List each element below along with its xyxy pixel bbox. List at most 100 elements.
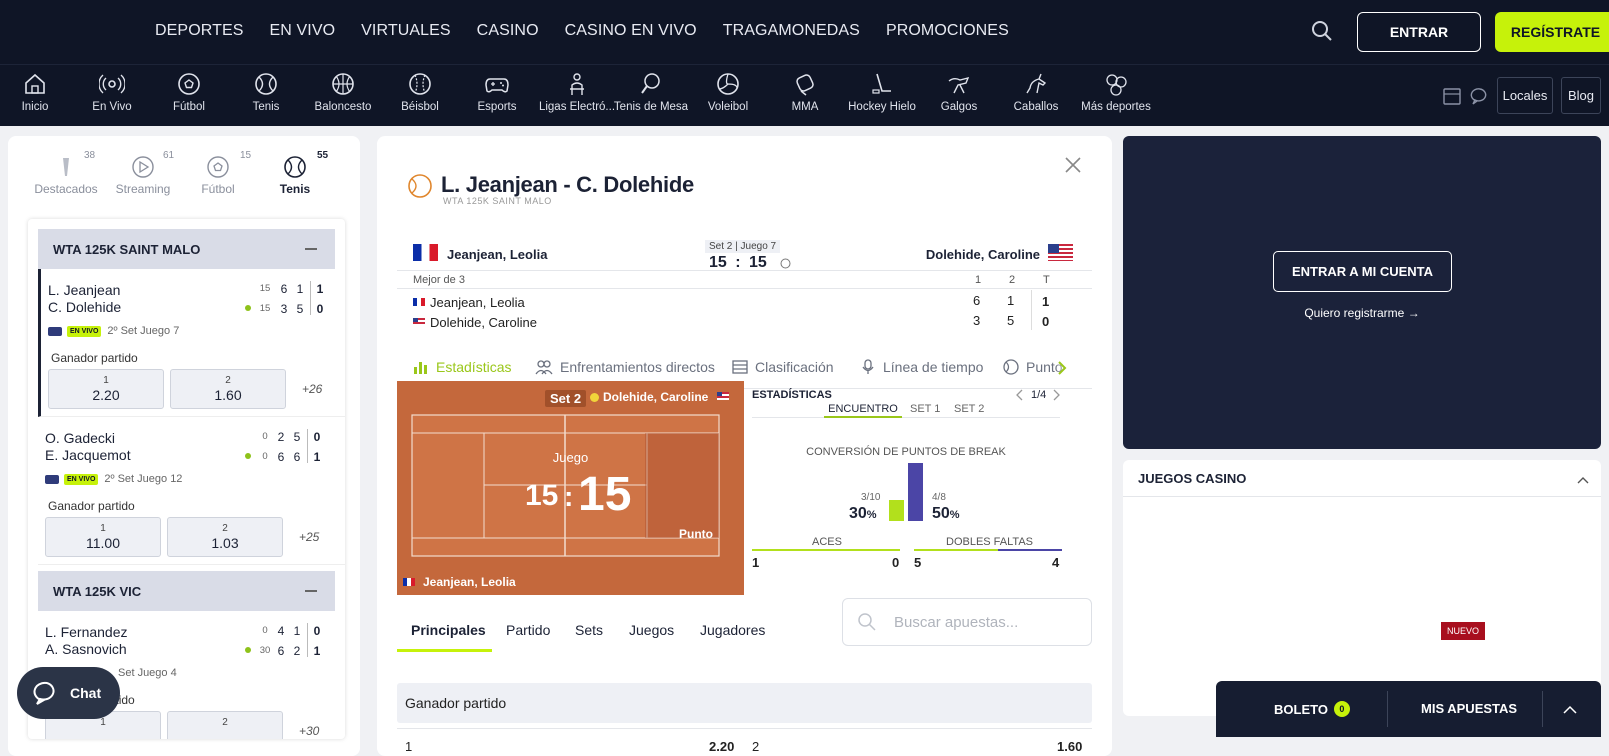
odd-value: 11.00 <box>86 535 120 551</box>
sport-label: En Vivo <box>92 101 132 113</box>
calendar-icon[interactable] <box>1442 86 1462 106</box>
tab-destacados[interactable]: 38 Destacados <box>26 150 106 196</box>
df-label: DOBLES FALTAS <box>946 536 1034 548</box>
sport-baloncesto[interactable]: Baloncesto <box>303 71 383 113</box>
serve-ball-icon <box>590 393 599 402</box>
bet-search-field[interactable]: Buscar apuestas... <box>842 598 1092 646</box>
sport-beisbol[interactable]: Béisbol <box>380 71 460 113</box>
odd-button[interactable]: 1 2.20 <box>48 369 164 409</box>
tab-label: Clasificación <box>755 359 834 375</box>
hockey-icon <box>872 73 891 94</box>
collapse-icon[interactable] <box>305 590 317 592</box>
chevron-up-icon[interactable] <box>1563 705 1577 714</box>
search-icon[interactable] <box>1310 19 1336 45</box>
stats-tab-encuentro[interactable]: ENCUENTRO <box>824 403 902 415</box>
more-markets[interactable]: +30 <box>299 724 319 738</box>
sport-tenis[interactable]: Tenis <box>226 71 306 113</box>
tab-enfrentamientos[interactable]: Enfrentamientos directos <box>535 359 715 375</box>
sport-mma[interactable]: MMA <box>765 71 845 113</box>
sport-tenis-de-mesa[interactable]: Tenis de Mesa <box>612 71 690 113</box>
register-link-label: Quiero registrarme <box>1304 306 1405 320</box>
sport-ligas-electronicas[interactable]: Ligas Electró... <box>534 71 620 113</box>
register-button[interactable]: REGÍSTRATE <box>1495 12 1609 52</box>
odd-value[interactable]: 2.20 <box>709 739 734 754</box>
tabs-scroll-right[interactable] <box>1055 357 1073 379</box>
tv-icon <box>45 474 59 484</box>
odd-button[interactable]: 2 1.60 <box>170 369 286 409</box>
users-icon <box>535 360 553 375</box>
tab-partido[interactable]: Partido <box>506 622 550 638</box>
blog-button[interactable]: Blog <box>1561 77 1601 114</box>
sport-voleibol[interactable]: Voleibol <box>688 71 768 113</box>
sport-mas-deportes[interactable]: Más deportes <box>1073 71 1159 113</box>
tab-estadisticas[interactable]: Estadísticas <box>413 359 511 375</box>
court-away-points: 15 <box>578 468 632 521</box>
more-markets[interactable]: +26 <box>302 382 322 396</box>
menu-casino[interactable]: CASINO <box>477 22 539 40</box>
sport-hockey-hielo[interactable]: Hockey Hielo <box>842 71 922 113</box>
stats-tab-set2[interactable]: SET 2 <box>954 403 984 415</box>
sport-esports[interactable]: Esports <box>457 71 537 113</box>
chat-bubble-icon[interactable] <box>1470 86 1490 106</box>
odd-button[interactable]: 2 1.03 <box>167 517 283 557</box>
match-row[interactable]: L. Jeanjean C. Dolehide 15 6 1 1 15 3 5 … <box>38 269 345 417</box>
soccer-icon <box>207 156 229 178</box>
menu-en-vivo[interactable]: EN VIVO <box>270 22 336 40</box>
chevron-left-icon[interactable] <box>1016 389 1024 401</box>
arrow-right-icon: → <box>1407 306 1420 320</box>
match-row[interactable]: O. Gadecki E. Jacquemot 0 2 5 0 0 6 6 1 … <box>38 417 345 565</box>
odd-value[interactable]: 1.60 <box>1057 739 1082 754</box>
tab-sets[interactable]: Sets <box>575 622 603 638</box>
tab-punto[interactable]: Punto <box>1003 359 1063 375</box>
tab-tenis[interactable]: 55 Tenis <box>255 150 335 196</box>
best-of-label: Mejor de 3 <box>413 274 465 286</box>
event-league: WTA 125K SAINT MALO <box>443 196 552 206</box>
sport-inicio[interactable]: Inicio <box>0 71 75 113</box>
menu-casino-en-vivo[interactable]: CASINO EN VIVO <box>565 22 697 40</box>
tab-principales[interactable]: Principales <box>411 622 486 638</box>
register-link[interactable]: Quiero registrarme → <box>1123 306 1601 320</box>
stats-tab-set1[interactable]: SET 1 <box>910 403 940 415</box>
sport-caballos[interactable]: Caballos <box>996 71 1076 113</box>
court-server-name: Dolehide, Caroline <box>603 390 709 404</box>
login-button[interactable]: ENTRAR <box>1357 12 1481 52</box>
close-icon[interactable] <box>1064 156 1082 174</box>
collapse-icon[interactable] <box>305 248 317 250</box>
tab-clasificacion[interactable]: Clasificación <box>732 359 834 375</box>
sport-futbol[interactable]: Fútbol <box>149 71 229 113</box>
market-header[interactable]: Ganador partido <box>397 683 1092 723</box>
home-icon <box>25 73 45 94</box>
betslip-tab[interactable]: BOLETO 0 <box>1274 701 1350 717</box>
set-score: 4 <box>277 624 285 638</box>
chat-button[interactable]: Chat <box>17 667 120 719</box>
my-bets-tab[interactable]: MIS APUESTAS <box>1421 701 1517 716</box>
league-header[interactable]: WTA 125K SAINT MALO <box>38 229 335 269</box>
tab-streaming[interactable]: 61 Streaming <box>103 150 183 196</box>
more-markets[interactable]: +25 <box>299 530 319 544</box>
menu-promociones[interactable]: PROMOCIONES <box>886 22 1009 40</box>
df-home: 5 <box>914 555 922 570</box>
pct-sign: % <box>949 509 960 521</box>
locales-button[interactable]: Locales <box>1497 77 1553 114</box>
market-label: Ganador partido <box>51 351 138 365</box>
tab-label: Estadísticas <box>436 359 512 375</box>
menu-tragamonedas[interactable]: TRAGAMONEDAS <box>723 22 860 40</box>
tab-juegos[interactable]: Juegos <box>629 622 674 638</box>
tab-jugadores[interactable]: Jugadores <box>700 622 765 638</box>
sport-en-vivo[interactable]: En Vivo <box>72 71 152 113</box>
active-tab-underline <box>824 416 902 418</box>
menu-deportes[interactable]: DEPORTES <box>155 22 244 40</box>
odd-button[interactable]: 1 11.00 <box>45 517 161 557</box>
odd-button[interactable]: 2 <box>167 711 283 739</box>
sport-galgos[interactable]: Galgos <box>919 71 999 113</box>
tab-linea-de-tiempo[interactable]: Línea de tiempo <box>860 359 983 375</box>
enter-account-button[interactable]: ENTRAR A MI CUENTA <box>1273 251 1452 292</box>
casino-games-panel: JUEGOS CASINO NUEVO <box>1123 460 1601 716</box>
chat-label: Chat <box>70 685 102 701</box>
league-header[interactable]: WTA 125K VIC <box>38 571 335 611</box>
chevron-up-icon[interactable] <box>1577 476 1589 484</box>
menu-virtuales[interactable]: VIRTUALES <box>361 22 451 40</box>
col-header: T <box>1043 274 1050 286</box>
tab-futbol[interactable]: 15 Fútbol <box>178 150 258 196</box>
chevron-right-icon[interactable] <box>1052 389 1060 401</box>
